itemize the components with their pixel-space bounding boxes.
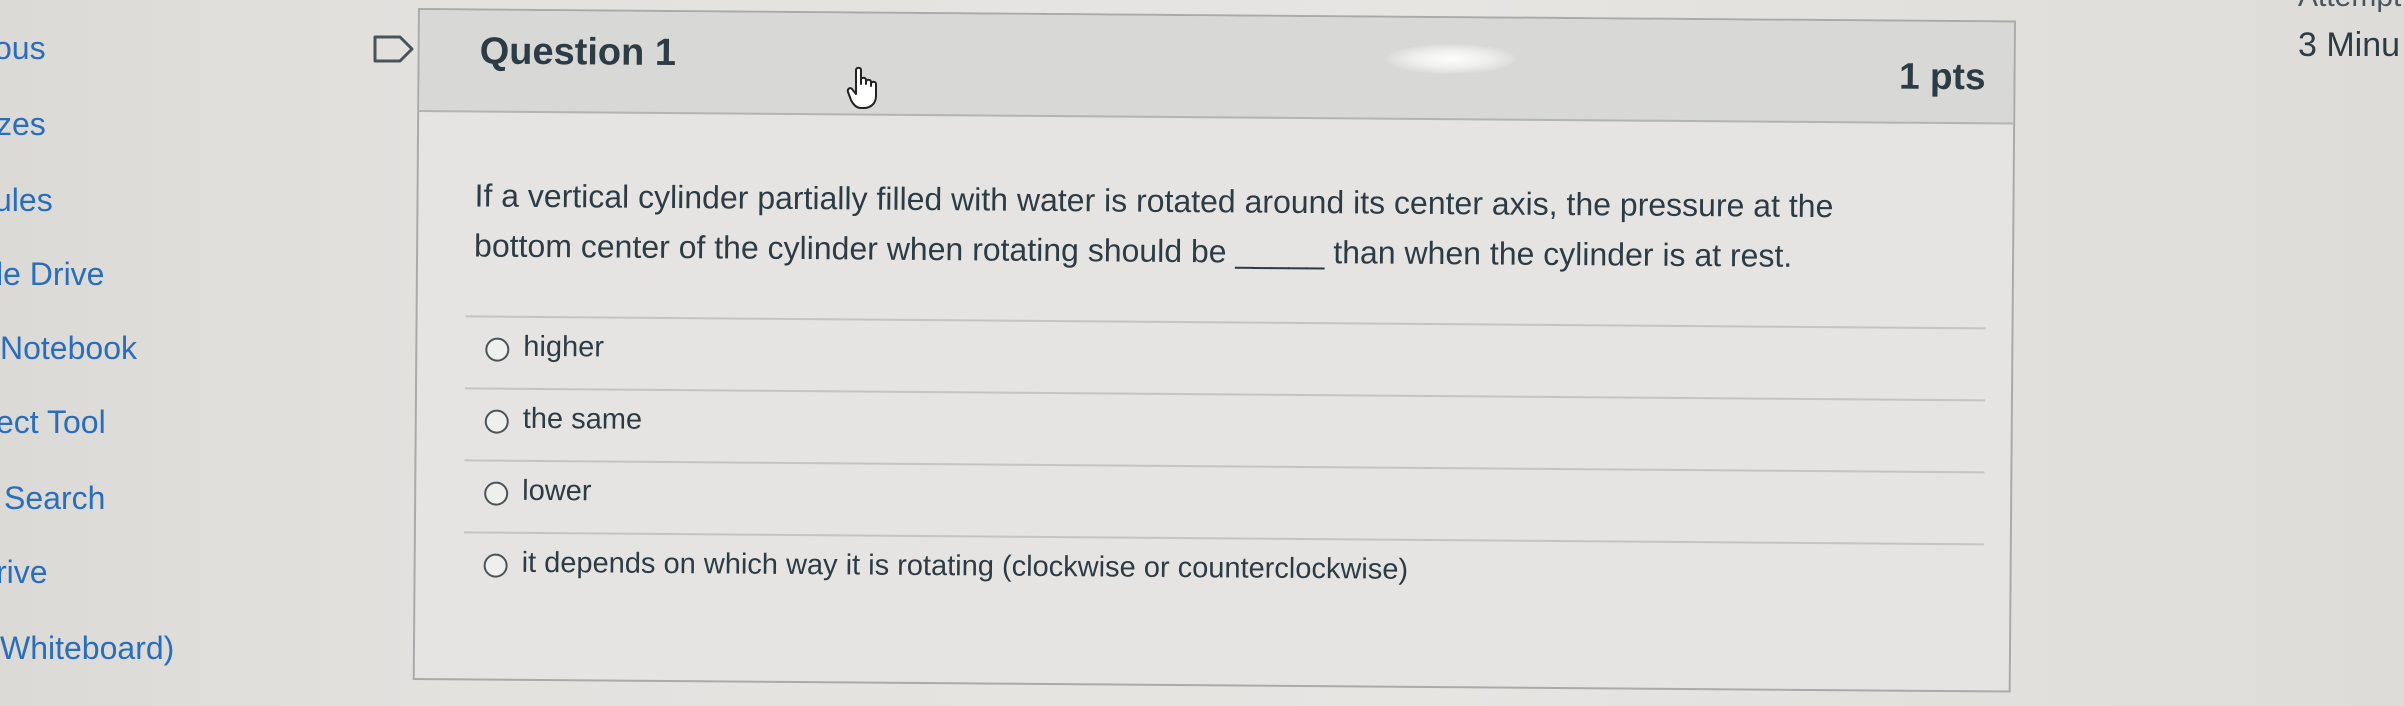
- answer-option-depends[interactable]: it depends on which way it is rotating (…: [463, 531, 1984, 616]
- nav-item-drive[interactable]: rive: [0, 554, 48, 591]
- question-text: If a vertical cylinder partially filled …: [474, 170, 1925, 281]
- question-card: Question 1 1 pts If a vertical cylinder …: [412, 8, 2016, 693]
- nav-item-quizzes[interactable]: zes: [0, 106, 46, 143]
- question-text-line-2: bottom center of the cylinder when rotat…: [473, 227, 1793, 274]
- question-title: Question 1: [479, 30, 677, 75]
- nav-item-notebook[interactable]: Notebook: [0, 330, 137, 367]
- nav-item-project-tool[interactable]: ect Tool: [0, 404, 106, 441]
- answer-label[interactable]: the same: [523, 403, 643, 437]
- bookmark-flag-icon[interactable]: [372, 34, 416, 64]
- answer-option-lower[interactable]: lower: [463, 459, 1985, 544]
- radio-button-icon[interactable]: [484, 481, 509, 506]
- nav-item-search[interactable]: Search: [4, 480, 105, 517]
- time-elapsed: 3 Minu: [2298, 26, 2401, 64]
- attempt-label: Attempt: [2298, 0, 2401, 14]
- hand-pointer-icon: [846, 66, 880, 110]
- radio-button-icon[interactable]: [485, 337, 510, 362]
- radio-button-icon[interactable]: [483, 553, 508, 578]
- answer-label[interactable]: lower: [522, 475, 592, 509]
- course-navigation: ous zes ules le Drive Notebook ect Tool …: [0, 0, 340, 706]
- nav-item-whiteboard[interactable]: Whiteboard): [0, 630, 174, 667]
- answer-label[interactable]: it depends on which way it is rotating (…: [522, 547, 1409, 587]
- nav-item-discussions[interactable]: ous: [0, 30, 46, 67]
- nav-item-google-drive[interactable]: le Drive: [0, 256, 104, 293]
- answer-option-higher[interactable]: higher: [465, 315, 1986, 400]
- screen-glare: [1386, 44, 1516, 74]
- answer-label[interactable]: higher: [523, 331, 604, 365]
- radio-button-icon[interactable]: [484, 409, 509, 434]
- answer-option-the-same[interactable]: the same: [464, 387, 1985, 472]
- nav-item-modules[interactable]: ules: [0, 182, 53, 219]
- question-header: Question 1 1 pts: [419, 10, 2014, 125]
- question-points: 1 pts: [1898, 55, 1986, 98]
- answer-list: higher the same lower it depends on whic…: [463, 315, 1986, 616]
